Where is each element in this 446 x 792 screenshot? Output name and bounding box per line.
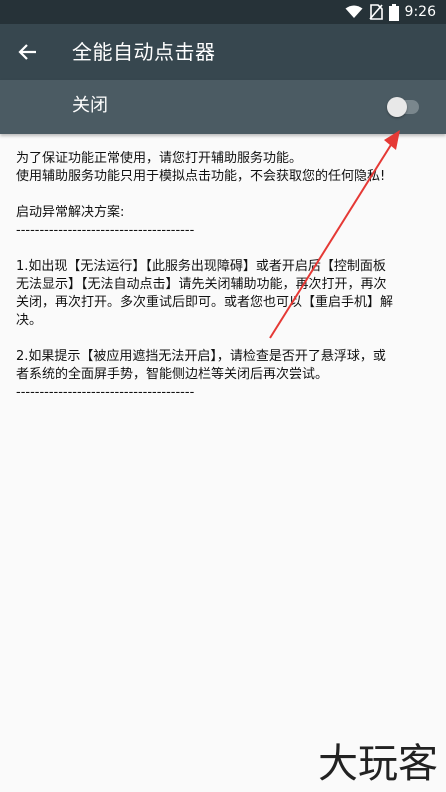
item1-line-2: 无法显示】【无法自动点击】请先关闭辅助功能，再次打开，再次 — [16, 277, 387, 292]
item2-line-1: 2.如果提示【被应用遮挡无法开启】，请检查是否开了悬浮球，或 — [16, 349, 386, 364]
app-bar: 全能自动点击器 — [0, 24, 446, 80]
item1-line-3: 关闭，再次打开。多次重试后即可。或者您也可以【重启手机】解 — [16, 295, 394, 310]
wifi-icon — [345, 5, 363, 18]
battery-icon — [388, 3, 399, 21]
status-time: 9:26 — [404, 4, 436, 20]
intro-line-1: 为了保证功能正常使用，请您打开辅助服务功能。 — [16, 151, 303, 166]
toggle-thumb — [387, 97, 407, 117]
service-toggle[interactable] — [387, 96, 421, 118]
watermark: 大玩客 — [318, 741, 438, 787]
page-title: 全能自动点击器 — [72, 40, 216, 64]
arrow-left-icon — [18, 44, 36, 60]
divider-2: -------------------------------------- — [16, 385, 195, 400]
divider: -------------------------------------- — [16, 223, 195, 238]
instructions-text: 为了保证功能正常使用，请您打开辅助服务功能。 使用辅助服务功能只用于模拟点击功能… — [16, 150, 436, 402]
section-title: 启动异常解决方案: — [16, 205, 125, 220]
item1-line-1: 1.如出现【无法运行】【此服务出现障碍】或者开启后【控制面板 — [16, 259, 386, 274]
intro-line-2: 使用辅助服务功能只用于模拟点击功能，不会获取您的任何隐私! — [16, 169, 386, 184]
item1-line-4: 决。 — [16, 313, 43, 328]
item2-line-2: 者系统的全面屏手势，智能侧边栏等关闭后再次尝试。 — [16, 367, 329, 382]
status-icons: 9:26 — [345, 2, 436, 22]
back-button[interactable] — [14, 38, 42, 66]
switch-label: 关闭 — [72, 95, 108, 116]
service-switch-bar[interactable]: 关闭 — [0, 80, 446, 134]
status-bar: 9:26 — [0, 0, 446, 24]
no-sim-icon — [368, 4, 383, 20]
